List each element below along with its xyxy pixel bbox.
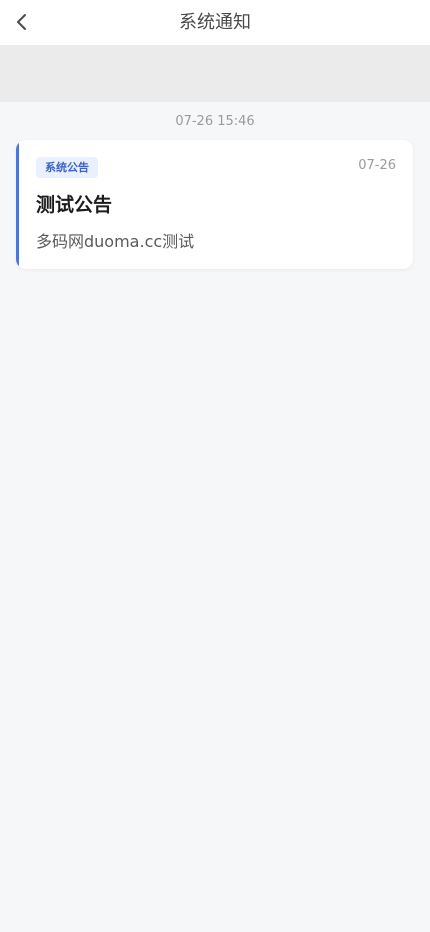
app-header: 系统通知 [0,0,430,45]
notification-content: 多码网duoma.cc测试 [36,232,195,251]
page-title: 系统通知 [179,12,251,33]
notification-card[interactable]: 系统公告 07-26 测试公告 多码网duoma.cc测试 [16,140,413,269]
category-badge: 系统公告 [36,157,98,178]
notification-date: 07-26 [358,158,396,173]
banner-placeholder [0,45,430,102]
card-accent-bar [16,140,19,269]
notification-time: 07-26 15:46 [175,114,255,129]
notification-title: 测试公告 [36,194,113,216]
